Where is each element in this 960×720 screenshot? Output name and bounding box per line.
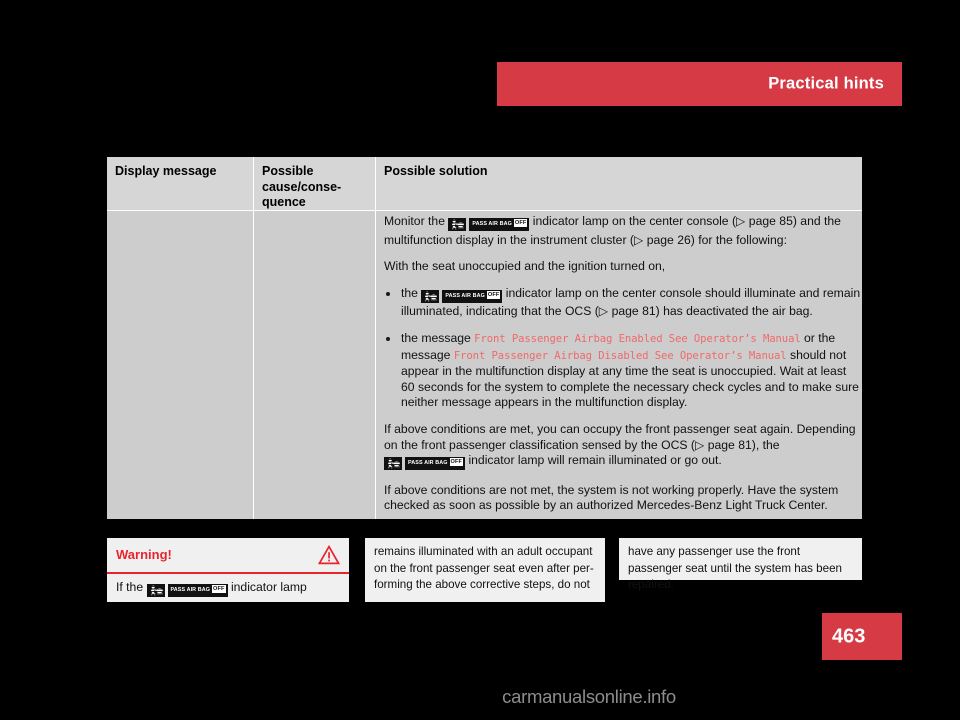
column-header-display-message: Display message	[115, 164, 217, 178]
pass-air-bag-label: PASS AIR BAG OFF	[442, 290, 503, 304]
warning-body-post: indicator lamp	[230, 580, 307, 594]
chapter-header-bar: Practical hints	[497, 62, 902, 106]
continuation-column-1-text: remains illuminated with an adult occupa…	[374, 545, 594, 591]
page-number: 463	[832, 625, 866, 647]
airbag-off-badge: OFF	[449, 458, 464, 467]
list-item: the PASS AIR BAG OFF indicator lamp on t…	[384, 286, 862, 320]
pass-air-bag-label: PASS AIR BAG OFF	[469, 218, 530, 232]
bullet-2-pre: the message	[401, 330, 471, 345]
solution-intro-pre: Monitor the	[384, 214, 445, 228]
warning-body-text: If the PASS AIR BAG OFF indicator lamp	[116, 580, 344, 598]
continuation-column-2-text: have any passenger use the front passeng…	[628, 545, 842, 591]
solution-final-paragraph: If above conditions are not met, the sys…	[384, 482, 839, 513]
bullet-1-pre: the	[401, 285, 418, 300]
display-message-enabled: Front Passenger Airbag Enabled See Opera…	[474, 332, 801, 345]
warning-box: Warning! If the PASS AIR BAG OFF indicat…	[107, 538, 349, 602]
warning-body-pre: If the	[116, 580, 144, 594]
airbag-off-badge: OFF	[212, 585, 226, 594]
pass-air-bag-off-icon: PASS AIR BAG OFF	[384, 456, 466, 472]
solution-condition-line: With the seat unoccupied and the ignitio…	[384, 259, 666, 274]
pass-air-bag-off-icon: PASS AIR BAG OFF	[421, 289, 503, 305]
pass-air-bag-off-icon: PASS AIR BAG OFF	[448, 217, 530, 233]
troubleshooting-table: Display message Possible cause/conse-que…	[107, 157, 862, 519]
closing-post: indicator lamp will remain illuminated o…	[468, 453, 722, 468]
column-header-possible-solution: Possible solution	[384, 164, 488, 178]
watermark: carmanualsonline.info	[0, 686, 960, 708]
manual-page: Practical hints Display message Possible…	[0, 0, 960, 720]
solution-closing-paragraph: If above conditions are met, you can occ…	[384, 422, 862, 472]
pass-air-bag-label: PASS AIR BAG OFF	[405, 457, 466, 471]
watermark-text: carmanualsonline.info	[502, 686, 676, 707]
table-column-divider-1	[253, 157, 254, 519]
pass-air-bag-off-icon: PASS AIR BAG OFF	[146, 583, 228, 598]
pass-air-bag-label: PASS AIR BAG OFF	[167, 584, 228, 598]
airbag-off-badge: OFF	[486, 291, 501, 300]
solution-intro-paragraph: Monitor the PASS AIR BAG OFF indicator l…	[384, 214, 862, 248]
list-item: the message Front Passenger Airbag Enabl…	[384, 331, 862, 411]
closing-pre: If above conditions are met, you can occ…	[384, 421, 856, 452]
warning-title: Warning!	[116, 547, 172, 562]
display-message-disabled: Front Passenger Airbag Disabled See Oper…	[453, 349, 787, 362]
warning-header: Warning!	[107, 538, 349, 574]
airbag-figure-icon	[146, 584, 165, 598]
possible-solution-cell: Monitor the PASS AIR BAG OFF indicator l…	[384, 214, 862, 514]
solution-bullet-list: the PASS AIR BAG OFF indicator lamp on t…	[384, 286, 862, 411]
airbag-figure-icon	[384, 457, 402, 471]
table-header-divider	[107, 210, 862, 211]
continuation-column-1: remains illuminated with an adult occupa…	[365, 538, 605, 602]
airbag-off-badge: OFF	[513, 219, 528, 228]
airbag-figure-icon	[448, 218, 467, 232]
warning-triangle-icon	[317, 544, 341, 570]
chapter-title: Practical hints	[768, 74, 884, 93]
column-header-possible-cause: Possible cause/conse-quence	[262, 164, 342, 209]
page-number-badge: 463	[822, 613, 902, 660]
table-column-divider-2	[375, 157, 376, 519]
airbag-figure-icon	[421, 290, 440, 304]
continuation-column-2: have any passenger use the front passeng…	[619, 538, 862, 591]
